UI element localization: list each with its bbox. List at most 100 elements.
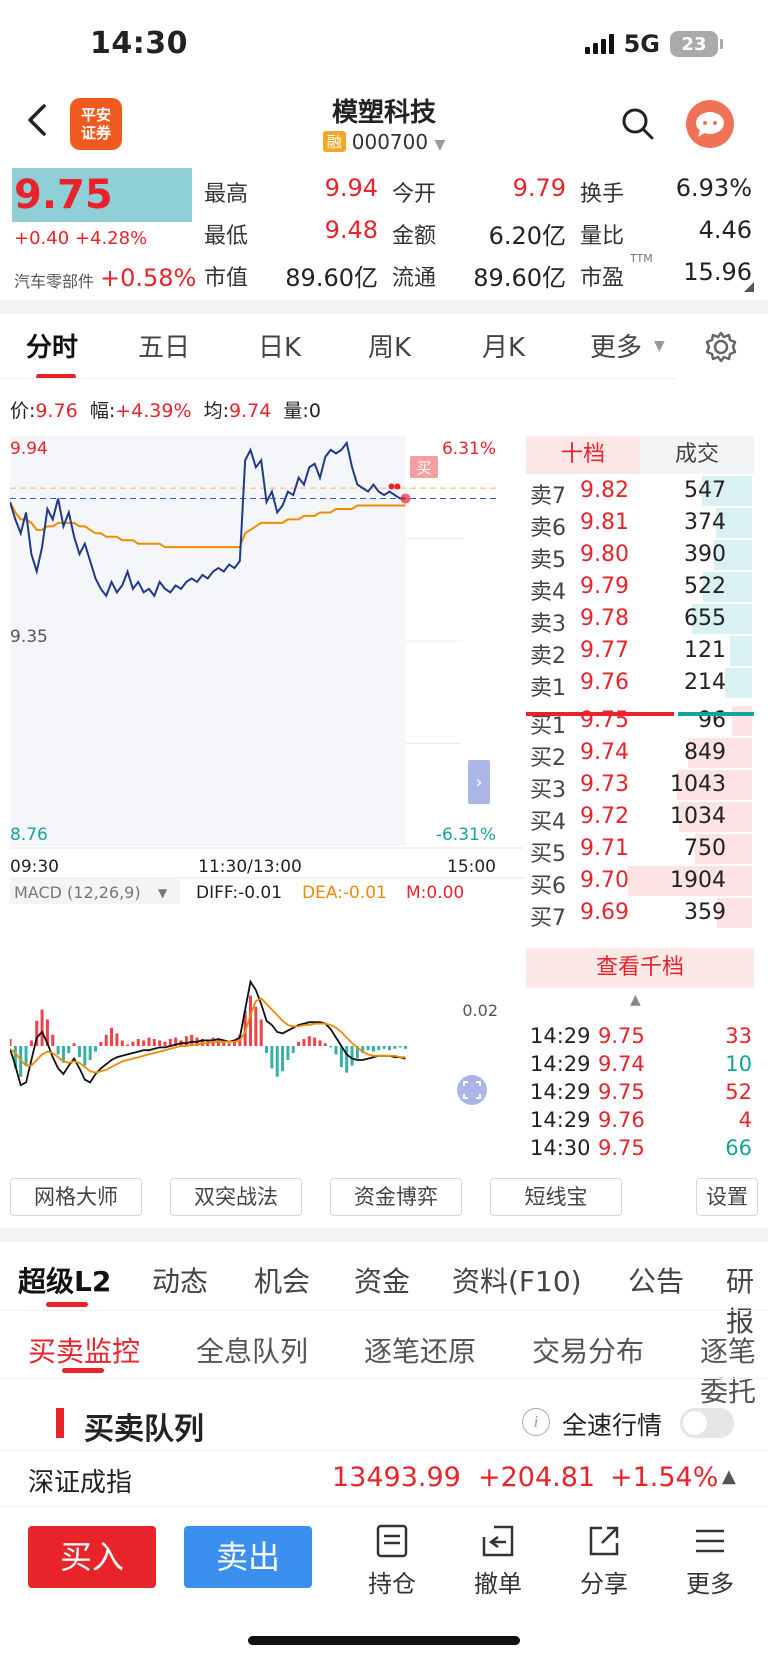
status-time: 14:30 bbox=[90, 26, 188, 61]
section-tab-4[interactable]: 资料(F10) bbox=[452, 1260, 582, 1300]
tool-button-2[interactable]: 资金博弈 bbox=[330, 1178, 462, 1216]
tool-button-4[interactable]: 设置 bbox=[696, 1178, 758, 1216]
quote-label: 换手 bbox=[580, 182, 625, 207]
level-price: 9.72 bbox=[580, 804, 629, 829]
volume-bar bbox=[732, 706, 752, 736]
sub-tab-0[interactable]: 买卖监控 bbox=[28, 1330, 140, 1370]
search-icon[interactable] bbox=[620, 106, 656, 142]
bid-row[interactable]: 买1 9.75 96 bbox=[526, 704, 754, 739]
battery-level: 23 bbox=[681, 33, 707, 55]
collapse-arrow-icon[interactable]: ▲ bbox=[630, 992, 641, 1008]
quote-value: 89.60亿 bbox=[473, 264, 566, 292]
tab-2[interactable]: 日K bbox=[258, 318, 301, 378]
x-label-noon: 11:30/13:00 bbox=[198, 857, 302, 877]
expand-up-icon[interactable]: ▲ bbox=[722, 1466, 736, 1487]
change-pct: +4.28% bbox=[74, 228, 148, 249]
tool-button-3[interactable]: 短线宝 bbox=[490, 1178, 622, 1216]
bid-row[interactable]: 买6 9.70 1904 bbox=[526, 864, 754, 899]
expand-right-button[interactable]: › bbox=[468, 760, 490, 804]
cancel-order-label: 撤单 bbox=[474, 1570, 522, 1598]
sub-tab-2[interactable]: 逐笔还原 bbox=[364, 1330, 476, 1370]
level-volume: 214 bbox=[684, 670, 726, 695]
chart-info: 价:9.76 幅:+4.39% 均:9.74 量:0 bbox=[10, 396, 321, 423]
level-volume: 359 bbox=[684, 900, 726, 925]
tool-button-1[interactable]: 双突战法 bbox=[170, 1178, 302, 1216]
share-button[interactable]: 分享 bbox=[564, 1522, 644, 1599]
cancel-order-button[interactable]: 撤单 bbox=[458, 1522, 538, 1599]
tab-0[interactable]: 分时 bbox=[26, 318, 78, 378]
bid-row[interactable]: 买5 9.71 750 bbox=[526, 832, 754, 867]
macd-m: M:0.00 bbox=[406, 883, 464, 903]
section-tab-3[interactable]: 资金 bbox=[354, 1260, 410, 1300]
level-price: 9.71 bbox=[580, 836, 629, 861]
bid-row[interactable]: 买7 9.69 359 bbox=[526, 896, 754, 931]
volume-bar bbox=[725, 668, 752, 698]
expand-corner-icon[interactable] bbox=[744, 282, 754, 292]
bid-row[interactable]: 买4 9.72 1034 bbox=[526, 800, 754, 835]
home-indicator[interactable] bbox=[248, 1636, 520, 1645]
tab-4[interactable]: 月K bbox=[482, 318, 525, 378]
sell-button[interactable]: 卖出 bbox=[184, 1526, 312, 1588]
divider bbox=[0, 1378, 768, 1379]
queue-title: 买卖队列 bbox=[84, 1412, 204, 1447]
index-name[interactable]: 深证成指 bbox=[28, 1462, 132, 1499]
trade-price: 9.75 bbox=[598, 1136, 645, 1160]
vol-value: 0 bbox=[308, 400, 321, 422]
ask-row[interactable]: 卖2 9.77 121 bbox=[526, 634, 754, 669]
tool-button-0[interactable]: 网格大师 bbox=[10, 1178, 142, 1216]
avatar[interactable] bbox=[686, 100, 734, 148]
margin-badge: 融 bbox=[322, 131, 346, 152]
ask-row[interactable]: 卖3 9.78 655 bbox=[526, 602, 754, 637]
more-button[interactable]: 更多 bbox=[670, 1522, 750, 1599]
section-tab-2[interactable]: 机会 bbox=[254, 1260, 310, 1300]
intraday-chart[interactable]: 买 9.94 9.35 8.76 6.31% -6.31% › 09:30 11:30/13:0… bbox=[10, 436, 526, 1180]
divider bbox=[0, 378, 676, 379]
bid-row[interactable]: 买3 9.73 1043 bbox=[526, 768, 754, 803]
fullscreen-button[interactable] bbox=[457, 1075, 487, 1105]
section-marker bbox=[56, 1408, 64, 1438]
view-thousand-levels-button[interactable]: 查看千档 bbox=[526, 948, 754, 988]
tab-ten-levels[interactable]: 十档 bbox=[526, 436, 640, 474]
ask-row[interactable]: 卖4 9.79 522 bbox=[526, 570, 754, 605]
ask-row[interactable]: 卖7 9.82 547 bbox=[526, 474, 754, 509]
sub-tab-3[interactable]: 交易分布 bbox=[532, 1330, 644, 1370]
divider bbox=[0, 1228, 768, 1242]
chat-bubble-icon bbox=[696, 112, 724, 137]
buy-button[interactable]: 买入 bbox=[28, 1526, 156, 1588]
trade-row: 14:29 9.75 52 bbox=[530, 1080, 752, 1108]
level-label: 买7 bbox=[530, 906, 566, 931]
sub-tab-1[interactable]: 全息队列 bbox=[196, 1330, 308, 1370]
section-tab-0[interactable]: 超级L2 bbox=[18, 1260, 111, 1300]
holdings-button[interactable]: 持仓 bbox=[352, 1522, 432, 1599]
trade-volume: 52 bbox=[725, 1080, 752, 1104]
buy-marker[interactable]: 买 bbox=[410, 456, 438, 478]
ask-row[interactable]: 卖6 9.81 374 bbox=[526, 506, 754, 541]
amp-label: 幅: bbox=[89, 400, 116, 422]
info-icon[interactable]: i bbox=[522, 1408, 550, 1436]
sector-pct[interactable]: +0.58% bbox=[100, 264, 196, 292]
ask-row[interactable]: 卖5 9.80 390 bbox=[526, 538, 754, 573]
sector-name[interactable]: 汽车零部件 bbox=[14, 268, 94, 292]
bid-row[interactable]: 买2 9.74 849 bbox=[526, 736, 754, 771]
holdings-icon bbox=[376, 1524, 408, 1558]
sub-tab-4[interactable]: 逐笔委托 bbox=[700, 1330, 768, 1410]
level-price: 9.70 bbox=[580, 868, 629, 893]
tab-1[interactable]: 五日 bbox=[138, 318, 190, 378]
tab-5[interactable]: 更多 bbox=[590, 318, 642, 378]
y-max-label: 9.94 bbox=[10, 439, 48, 459]
section-tab-6[interactable]: 研报 bbox=[726, 1260, 768, 1340]
trade-time: 14:30 bbox=[530, 1136, 591, 1160]
full-speed-label: 全速行情 bbox=[562, 1411, 663, 1440]
orderbook-tabs: 十档 成交 bbox=[526, 436, 754, 474]
section-tab-1[interactable]: 动态 bbox=[152, 1260, 208, 1300]
full-speed-toggle[interactable] bbox=[680, 1408, 734, 1438]
spread-divider bbox=[526, 712, 754, 716]
more-label: 更多 bbox=[686, 1570, 734, 1598]
trade-price: 9.76 bbox=[598, 1108, 645, 1132]
section-tab-5[interactable]: 公告 bbox=[628, 1260, 684, 1300]
ask-row[interactable]: 卖1 9.76 214 bbox=[526, 666, 754, 701]
tab-3[interactable]: 周K bbox=[368, 318, 411, 378]
level-price: 9.77 bbox=[580, 638, 629, 663]
tab-trades[interactable]: 成交 bbox=[640, 436, 754, 474]
settings-gear-icon[interactable] bbox=[704, 330, 738, 364]
